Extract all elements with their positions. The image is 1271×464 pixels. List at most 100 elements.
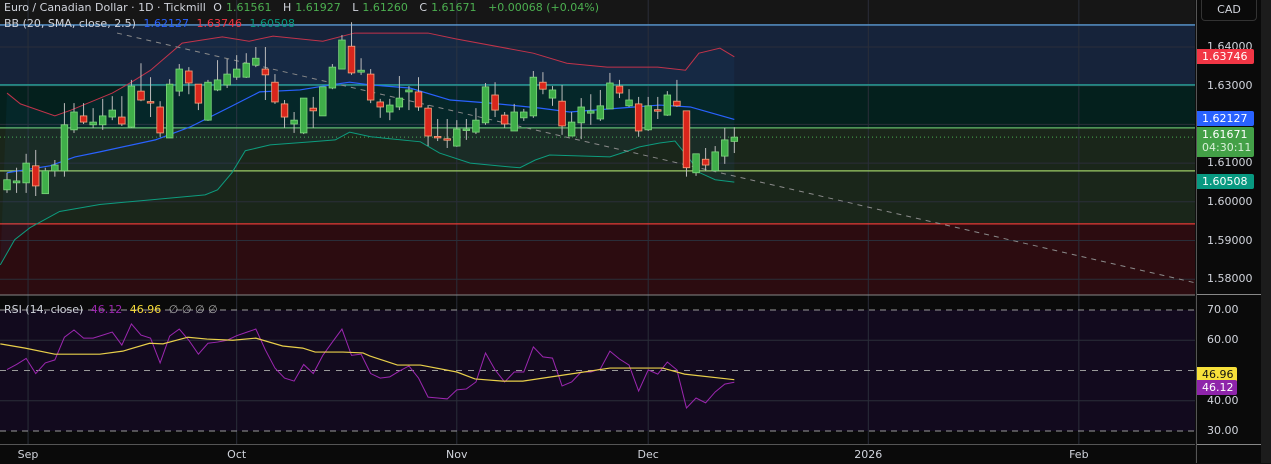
candle-body-down bbox=[539, 81, 547, 90]
candle[interactable] bbox=[299, 97, 308, 135]
price-chart-canvas[interactable] bbox=[0, 0, 1195, 444]
candle-body-up bbox=[127, 85, 136, 128]
price-tick-label: 1.58000 bbox=[1207, 272, 1253, 286]
bb-lower-value: 1.60508 bbox=[249, 17, 295, 30]
axis-bottom-separator[interactable] bbox=[1197, 444, 1262, 445]
candle-body-up bbox=[606, 82, 614, 110]
candle-body-down bbox=[443, 138, 451, 141]
candle-body-up bbox=[328, 66, 337, 89]
rsi-label: RSI (14, close) bbox=[4, 303, 84, 316]
time-tick-label: Feb bbox=[1069, 448, 1089, 461]
rsi-ma-value: 46.96 bbox=[129, 303, 162, 316]
time-tick-label: Sep bbox=[17, 448, 39, 461]
candle-body-down bbox=[156, 106, 164, 134]
candle-body-up bbox=[520, 111, 528, 119]
candle-body-up bbox=[41, 170, 49, 195]
candle-body-up bbox=[319, 86, 327, 117]
candle-body-up bbox=[242, 62, 250, 78]
candle-body-down bbox=[673, 100, 681, 107]
candle[interactable] bbox=[663, 91, 672, 116]
bar-countdown: 04:30:11 bbox=[1202, 141, 1252, 155]
candle-body-down bbox=[654, 109, 662, 112]
candle[interactable] bbox=[338, 35, 346, 70]
candle-body-up bbox=[730, 136, 739, 142]
candle-body-down bbox=[366, 73, 375, 101]
candle[interactable] bbox=[204, 79, 212, 121]
candle-body-up bbox=[472, 119, 480, 133]
rsi-extra-values: ∅ ∅ ∅ ∅ bbox=[168, 303, 218, 316]
price-tick-label: 1.59000 bbox=[1207, 233, 1253, 247]
candle-body-down bbox=[137, 90, 145, 101]
candle-body-up bbox=[22, 162, 30, 184]
candle[interactable] bbox=[529, 70, 538, 118]
symbol-title[interactable]: Euro / Canadian Dollar · 1D · Tickmill bbox=[4, 1, 206, 14]
ohlc-low: L 1.61260 bbox=[352, 1, 408, 14]
last-price-value: 1.61671 bbox=[1202, 128, 1248, 142]
ohlc-open: O 1.61561 bbox=[213, 1, 272, 14]
candle-body-up bbox=[204, 81, 212, 121]
price-tick-label: 1.60000 bbox=[1207, 194, 1253, 208]
candle-body-up bbox=[692, 153, 700, 174]
candle-body-up bbox=[213, 79, 222, 91]
candle-body-down bbox=[79, 115, 88, 123]
candle[interactable] bbox=[41, 167, 49, 195]
candle[interactable] bbox=[328, 64, 337, 90]
candle-body-up bbox=[338, 39, 346, 70]
candle-body-up bbox=[3, 179, 11, 191]
candle-body-down bbox=[261, 68, 270, 76]
bb-legend[interactable]: BB (20, SMA, close, 2.5) 1.62127 1.63746… bbox=[4, 17, 299, 30]
symbol-legend: Euro / Canadian Dollar · 1D · Tickmill O… bbox=[4, 1, 603, 14]
candle-body-down bbox=[433, 135, 442, 139]
candle-body-up bbox=[596, 105, 605, 120]
candle-body-down bbox=[414, 91, 423, 108]
candle-body-down bbox=[424, 107, 432, 137]
candle-body-down bbox=[118, 116, 126, 125]
candle-body-down bbox=[32, 165, 40, 187]
last-price-badge: 1.61671 04:30:11 bbox=[1197, 127, 1254, 158]
candle-body-up bbox=[721, 139, 729, 157]
rsi-tick-label: 70.00 bbox=[1207, 303, 1239, 316]
bb-upper-price-badge: 1.63746 bbox=[1197, 48, 1254, 64]
rsi-legend[interactable]: RSI (14, close) 46.12 46.96 ∅ ∅ ∅ ∅ bbox=[4, 303, 222, 316]
candle-body-up bbox=[89, 121, 97, 126]
price-tick-label: 1.63000 bbox=[1207, 78, 1253, 92]
time-axis[interactable]: Sep Oct Nov Dec 2026 Feb bbox=[0, 444, 1195, 464]
time-tick-label: Oct bbox=[227, 448, 247, 461]
candle[interactable] bbox=[175, 64, 183, 97]
currency-button[interactable]: CAD bbox=[1201, 0, 1257, 21]
candle-body-up bbox=[462, 128, 471, 131]
candle-body-up bbox=[453, 128, 461, 147]
candle-body-up bbox=[299, 97, 308, 134]
axis-pane-separator[interactable] bbox=[1197, 294, 1262, 295]
candle-body-down bbox=[491, 94, 499, 111]
candle[interactable] bbox=[366, 69, 375, 104]
candle[interactable] bbox=[682, 110, 691, 177]
candle-body-up bbox=[108, 109, 116, 118]
candle-body-up bbox=[60, 124, 69, 172]
candle-body-down bbox=[271, 81, 279, 103]
rsi-tick-label: 30.00 bbox=[1207, 424, 1239, 437]
candle-body-up bbox=[711, 151, 719, 172]
rsi-tick-label: 60.00 bbox=[1207, 333, 1239, 347]
candle[interactable] bbox=[165, 79, 174, 139]
candle-body-up bbox=[548, 89, 557, 99]
candle-body-up bbox=[51, 164, 59, 172]
candle[interactable] bbox=[319, 86, 327, 117]
time-tick-label: 2026 bbox=[854, 448, 883, 461]
candle[interactable] bbox=[481, 82, 490, 125]
candle[interactable] bbox=[692, 153, 700, 176]
candle-body-up bbox=[577, 106, 585, 124]
candle-body-down bbox=[185, 70, 193, 84]
rsi-tick-label: 40.00 bbox=[1207, 393, 1239, 407]
candle-body-up bbox=[290, 119, 298, 125]
candle-body-up bbox=[395, 97, 404, 108]
bb-lower-price-badge: 1.60508 bbox=[1197, 174, 1254, 190]
candle-body-down bbox=[309, 107, 317, 112]
price-axis[interactable]: 1.64000 1.63000 1.61000 1.60000 1.59000 1.580… bbox=[1196, 0, 1262, 463]
candle-body-down bbox=[634, 103, 643, 132]
candle[interactable] bbox=[127, 79, 136, 128]
candle-body-up bbox=[481, 86, 490, 124]
candle-body-down bbox=[194, 83, 203, 104]
candle-body-up bbox=[644, 105, 652, 131]
candle-body-up bbox=[12, 180, 21, 184]
